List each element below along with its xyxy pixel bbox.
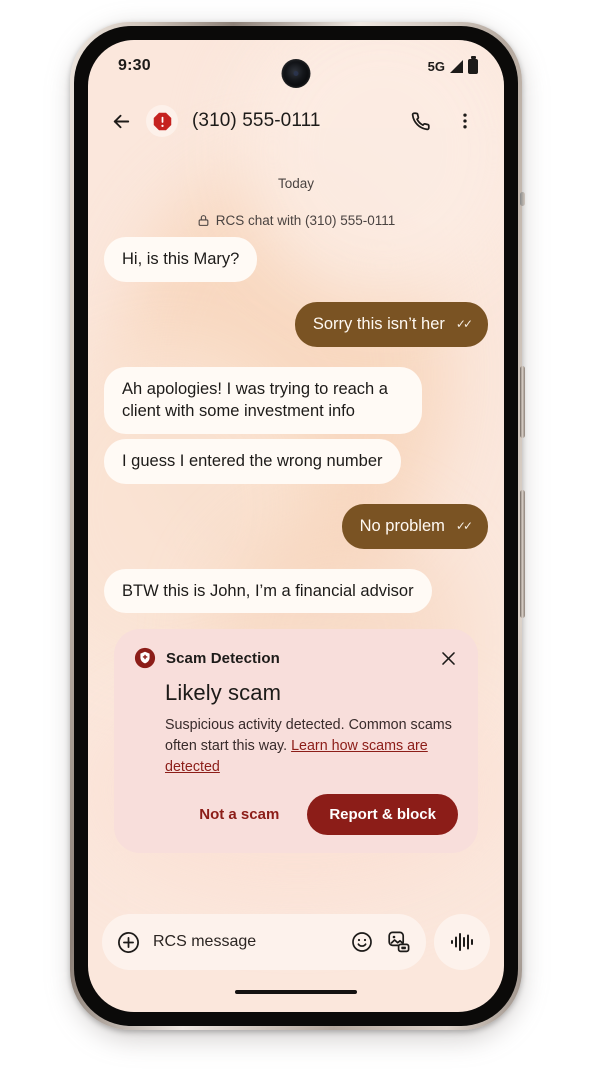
front-camera-punch-hole [281, 59, 311, 88]
status-clock: 9:30 [118, 57, 151, 74]
scam-card-brand-label: Scam Detection [166, 649, 280, 667]
add-attachment-icon[interactable] [116, 930, 141, 955]
not-a-scam-button[interactable]: Not a scam [185, 796, 293, 833]
scam-detection-shield-icon [134, 648, 156, 669]
read-receipt-icon: ✓✓ [455, 316, 473, 331]
gallery-camera-icon[interactable] [386, 929, 412, 955]
phone-power-button[interactable] [520, 366, 525, 438]
rcs-encryption-note: RCS chat with (310) 555-0111 [104, 213, 488, 228]
scam-card-header: Scam Detection [134, 647, 458, 669]
back-arrow-icon[interactable] [102, 102, 140, 140]
message-thread: Today RCS chat with (310) 555-0111 Hi, i… [88, 150, 504, 920]
network-type-label: 5G [427, 58, 445, 74]
home-indicator[interactable] [235, 989, 357, 994]
scam-detection-card: Scam Detection Likely scam Suspicious ac… [114, 629, 478, 853]
close-icon[interactable] [439, 649, 458, 668]
message-row: Hi, is this Mary? [104, 237, 488, 282]
message-row: Sorry this isn’t her ✓✓ [104, 301, 488, 347]
message-row: BTW this is John, I’m a financial adviso… [104, 568, 488, 614]
outgoing-message-bubble[interactable]: No problem ✓✓ [341, 503, 488, 549]
thread-day-label: Today [277, 176, 315, 191]
phone-screen: 9:30 5G (310) 555-0111 Today RCS chat wi… [88, 40, 504, 1012]
message-row: No problem ✓✓ [104, 503, 488, 549]
composer-placeholder-text[interactable]: RCS message [153, 933, 342, 951]
battery-full-icon [468, 56, 478, 74]
read-receipt-icon: ✓✓ [455, 518, 473, 533]
composer-input-container[interactable]: RCS message [102, 914, 426, 970]
message-text: No problem [359, 516, 445, 535]
emoji-smiley-icon[interactable] [350, 930, 374, 954]
more-vertical-icon[interactable] [446, 102, 484, 140]
message-text: Sorry this isn’t her [312, 314, 445, 333]
message-row: Ah apologies! I was trying to reach a cl… [104, 366, 488, 435]
screenshot-stage: 9:30 5G (310) 555-0111 Today RCS chat wi… [0, 0, 591, 1078]
phone-volume-button[interactable] [520, 490, 525, 618]
incoming-message-bubble[interactable]: I guess I entered the wrong number [104, 439, 401, 484]
phone-aux-button[interactable] [520, 192, 525, 206]
scam-warning-octagon-icon[interactable] [146, 105, 178, 137]
incoming-message-bubble[interactable]: Hi, is this Mary? [104, 237, 258, 282]
status-indicators: 5G [427, 56, 478, 74]
conversation-app-bar: (310) 555-0111 [88, 92, 504, 150]
scam-card-title: Likely scam [165, 680, 282, 706]
lock-icon [198, 215, 209, 226]
signal-bars-icon [450, 59, 463, 73]
incoming-message-bubble[interactable]: Ah apologies! I was trying to reach a cl… [104, 366, 422, 435]
voice-waveform-icon[interactable] [434, 914, 490, 970]
message-row: I guess I entered the wrong number [104, 439, 488, 484]
incoming-message-bubble[interactable]: BTW this is John, I’m a financial adviso… [104, 568, 432, 614]
phone-call-icon[interactable] [402, 102, 440, 140]
outgoing-message-bubble[interactable]: Sorry this isn’t her ✓✓ [294, 301, 488, 347]
contact-phone-number[interactable]: (310) 555-0111 [192, 110, 396, 132]
message-composer: RCS message [88, 914, 504, 970]
report-and-block-button[interactable]: Report & block [307, 793, 458, 835]
scam-card-actions: Not a scam Report & block [134, 793, 458, 835]
rcs-note-text: RCS chat with (310) 555-0111 [215, 213, 396, 228]
scam-card-body: Suspicious activity detected. Common sca… [165, 715, 458, 777]
